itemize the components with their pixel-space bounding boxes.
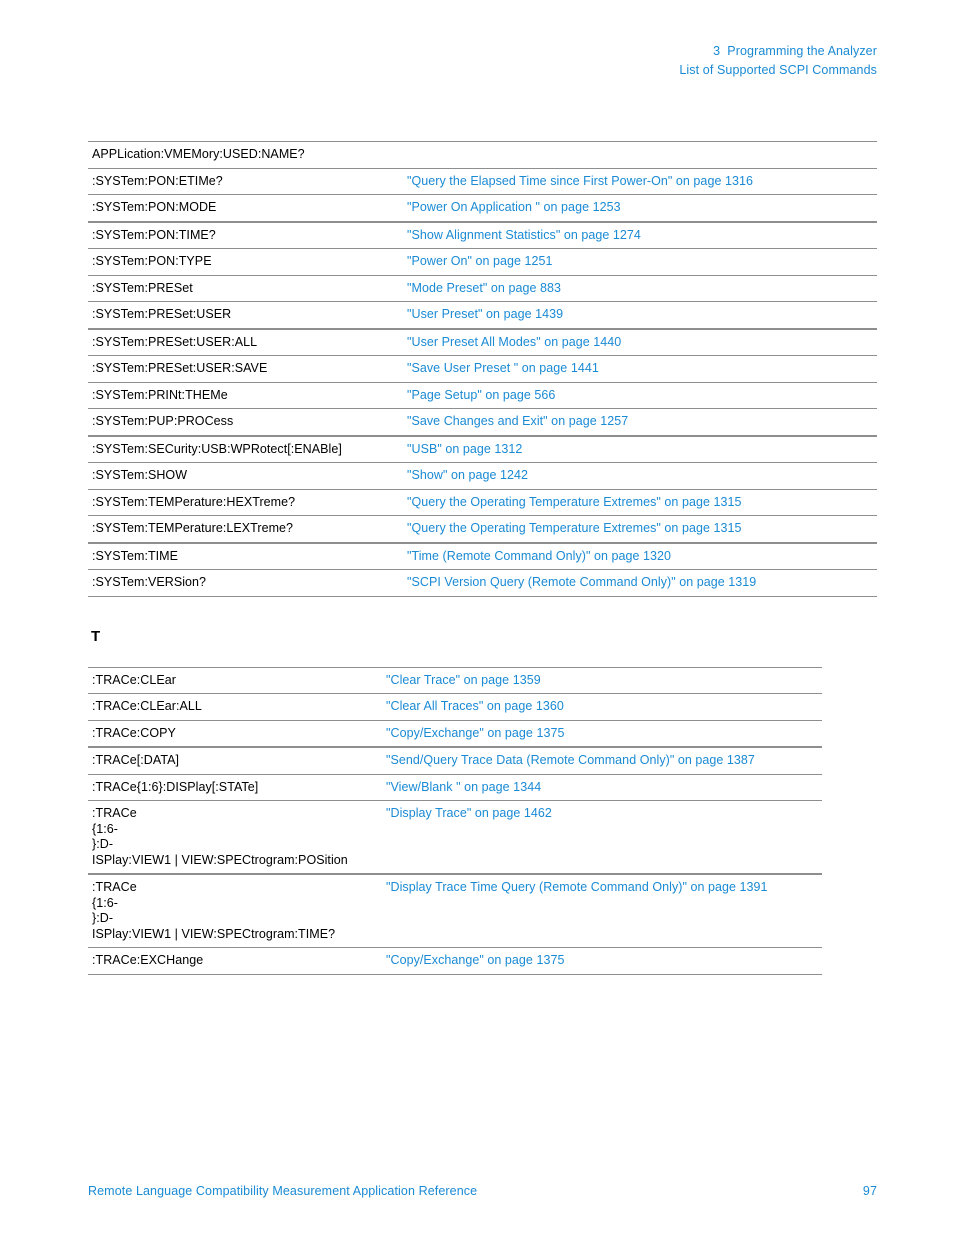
header-chapter-line: 3 Programming the Analyzer — [713, 44, 877, 58]
scpi-command-cell: :SYSTem:PUP:PROCess — [88, 408, 403, 436]
table-row: :SYSTem:PON:TYPE "Power On" on page 1251 — [88, 248, 877, 275]
scpi-command-cell: :SYSTem:TEMPerature:HEXTreme? — [88, 488, 403, 516]
trace-commands-table-body: :TRACe:CLEar "Clear Trace" on page 1359:T… — [88, 666, 822, 975]
table-row: :SYSTem:PON:MODE "Power On Application " … — [88, 194, 877, 222]
scpi-reference-link[interactable]: "Copy/Exchange" on page 1375 — [382, 947, 822, 975]
scpi-reference-link[interactable]: "Save Changes and Exit" on page 1257 — [403, 408, 877, 436]
table-row: :TRACe {1:6- }:D- ISPlay:VIEW1 | VIEW:SP… — [88, 873, 822, 948]
running-header: 3 Programming the Analyzer List of Suppo… — [679, 42, 877, 80]
scpi-command-cell: :SYSTem:SECurity:USB:WPRotect[:ENABle] — [88, 434, 403, 463]
table-row: :SYSTem:PRESet:USER:SAVE "Save User Prese… — [88, 355, 877, 382]
scpi-command-cell: :SYSTem:PRINt:THEMe — [88, 381, 403, 409]
system-commands-table: APPLication:VMEMory:USED:NAME?:SYSTem:PO… — [88, 141, 877, 597]
table-row: :SYSTem:TEMPerature:HEXTreme? "Query the … — [88, 488, 877, 516]
table-row: :SYSTem:SECurity:USB:WPRotect[:ENABle] "U… — [88, 434, 877, 463]
scpi-command-cell: :SYSTem:TIME — [88, 541, 403, 570]
scpi-command-cell: :TRACe:COPY — [88, 719, 382, 747]
scpi-command-cell: :SYSTem:PON:TIME? — [88, 220, 403, 249]
scpi-command-cell: :SYSTem:SHOW — [88, 462, 403, 489]
table-row: :TRACe:EXCHange "Copy/Exchange" on page 1… — [88, 947, 822, 975]
scpi-reference-link[interactable]: "Show Alignment Statistics" on page 1274 — [403, 220, 877, 249]
table-row: :SYSTem:PON:TIME? "Show Alignment Statist… — [88, 220, 877, 249]
scpi-reference-link[interactable]: "USB" on page 1312 — [403, 434, 877, 463]
scpi-reference-link[interactable]: "User Preset" on page 1439 — [403, 301, 877, 329]
scpi-reference-link[interactable]: "Query the Operating Temperature Extreme… — [403, 515, 877, 543]
scpi-command-cell: :TRACe{1:6}:DISPlay[:STATe] — [88, 773, 382, 801]
table-row: :SYSTem:PRESet:USER:ALL "User Preset All … — [88, 327, 877, 356]
scpi-reference-link[interactable]: "User Preset All Modes" on page 1440 — [403, 327, 877, 356]
table-row: :TRACe:CLEar "Clear Trace" on page 1359 — [88, 666, 822, 694]
scpi-reference-link[interactable]: "Display Trace" on page 1462 — [382, 800, 822, 874]
footer-document-title: Remote Language Compatibility Measuremen… — [88, 1184, 478, 1198]
scpi-reference-link — [403, 141, 877, 168]
page-footer: Remote Language Compatibility Measuremen… — [88, 1184, 877, 1198]
table-row: :SYSTem:TEMPerature:LEXTreme? "Query the … — [88, 515, 877, 543]
scpi-command-cell: :SYSTem:PRESet — [88, 274, 403, 302]
scpi-reference-link[interactable]: "SCPI Version Query (Remote Command Only… — [403, 569, 877, 597]
table-row: :SYSTem:PRINt:THEMe "Page Setup" on page … — [88, 381, 877, 409]
table-row: :TRACe:CLEar:ALL "Clear All Traces" on pa… — [88, 693, 822, 720]
scpi-command-cell: :SYSTem:PON:ETIMe? — [88, 167, 403, 195]
scpi-reference-link[interactable]: "Time (Remote Command Only)" on page 132… — [403, 541, 877, 570]
footer-page-number: 97 — [862, 1184, 877, 1198]
scpi-command-cell: :SYSTem:VERSion? — [88, 569, 403, 597]
scpi-command-cell: :TRACe:CLEar:ALL — [88, 693, 382, 720]
scpi-command-cell: :TRACe[:DATA] — [88, 746, 382, 774]
scpi-reference-link[interactable]: "View/Blank " on page 1344 — [382, 773, 822, 801]
trace-commands-table: :TRACe:CLEar "Clear Trace" on page 1359:T… — [88, 666, 822, 975]
scpi-reference-link[interactable]: "Power On" on page 1251 — [403, 248, 877, 275]
table-row: :SYSTem:TIME "Time (Remote Command Only)"… — [88, 541, 877, 570]
scpi-command-cell: :TRACe {1:6- }:D- ISPlay:VIEW1 | VIEW:SP… — [88, 873, 382, 948]
table-row: :SYSTem:PRESet:USER "User Preset" on page… — [88, 301, 877, 329]
system-commands-table-body: APPLication:VMEMory:USED:NAME?:SYSTem:PO… — [88, 141, 877, 597]
scpi-reference-link[interactable]: "Query the Operating Temperature Extreme… — [403, 488, 877, 516]
scpi-command-cell: :SYSTem:PON:MODE — [88, 194, 403, 222]
table-row: :TRACe:COPY "Copy/Exchange" on page 1375 — [88, 719, 822, 747]
table-row: :SYSTem:VERSion? "SCPI Version Query (Rem… — [88, 569, 877, 597]
table-row: :SYSTem:PUP:PROCess "Save Changes and Exi… — [88, 408, 877, 436]
scpi-reference-link[interactable]: "Show" on page 1242 — [403, 462, 877, 489]
table-row: :SYSTem:PON:ETIMe? "Query the Elapsed Tim… — [88, 167, 877, 195]
scpi-reference-link[interactable]: "Display Trace Time Query (Remote Comman… — [382, 873, 822, 948]
section-letter-heading: T — [91, 627, 101, 645]
table-row: :SYSTem:PRESet "Mode Preset" on page 883 — [88, 274, 877, 302]
scpi-command-cell: :SYSTem:PON:TYPE — [88, 248, 403, 275]
page-content: APPLication:VMEMory:USED:NAME?:SYSTem:PO… — [88, 141, 888, 975]
scpi-command-cell: :SYSTem:PRESet:USER — [88, 301, 403, 329]
table-row: :TRACe[:DATA] "Send/Query Trace Data (Rem… — [88, 746, 822, 774]
scpi-reference-link[interactable]: "Power On Application " on page 1253 — [403, 194, 877, 222]
scpi-reference-link[interactable]: "Send/Query Trace Data (Remote Command O… — [382, 746, 822, 774]
scpi-command-cell: :SYSTem:PRESet:USER:SAVE — [88, 355, 403, 382]
scpi-command-cell: :TRACe {1:6- }:D- ISPlay:VIEW1 | VIEW:SP… — [88, 800, 382, 874]
scpi-command-cell: :SYSTem:PRESet:USER:ALL — [88, 327, 403, 356]
scpi-reference-link[interactable]: "Copy/Exchange" on page 1375 — [382, 719, 822, 747]
scpi-command-cell: APPLication:VMEMory:USED:NAME? — [88, 141, 403, 168]
table-row: :TRACe {1:6- }:D- ISPlay:VIEW1 | VIEW:SP… — [88, 800, 822, 874]
table-row: :TRACe{1:6}:DISPlay[:STATe] "View/Blank "… — [88, 773, 822, 801]
scpi-reference-link[interactable]: "Save User Preset " on page 1441 — [403, 355, 877, 382]
scpi-reference-link[interactable]: "Mode Preset" on page 883 — [403, 274, 877, 302]
scpi-reference-link[interactable]: "Clear Trace" on page 1359 — [382, 666, 822, 694]
scpi-command-cell: :TRACe:CLEar — [88, 666, 382, 694]
table-row: :SYSTem:SHOW "Show" on page 1242 — [88, 462, 877, 489]
header-section-line: List of Supported SCPI Commands — [679, 63, 877, 77]
scpi-reference-link[interactable]: "Page Setup" on page 566 — [403, 381, 877, 409]
scpi-command-cell: :SYSTem:TEMPerature:LEXTreme? — [88, 515, 403, 543]
table-row: APPLication:VMEMory:USED:NAME? — [88, 141, 877, 168]
scpi-reference-link[interactable]: "Clear All Traces" on page 1360 — [382, 693, 822, 720]
scpi-command-cell: :TRACe:EXCHange — [88, 947, 382, 975]
scpi-reference-link[interactable]: "Query the Elapsed Time since First Powe… — [403, 167, 877, 195]
